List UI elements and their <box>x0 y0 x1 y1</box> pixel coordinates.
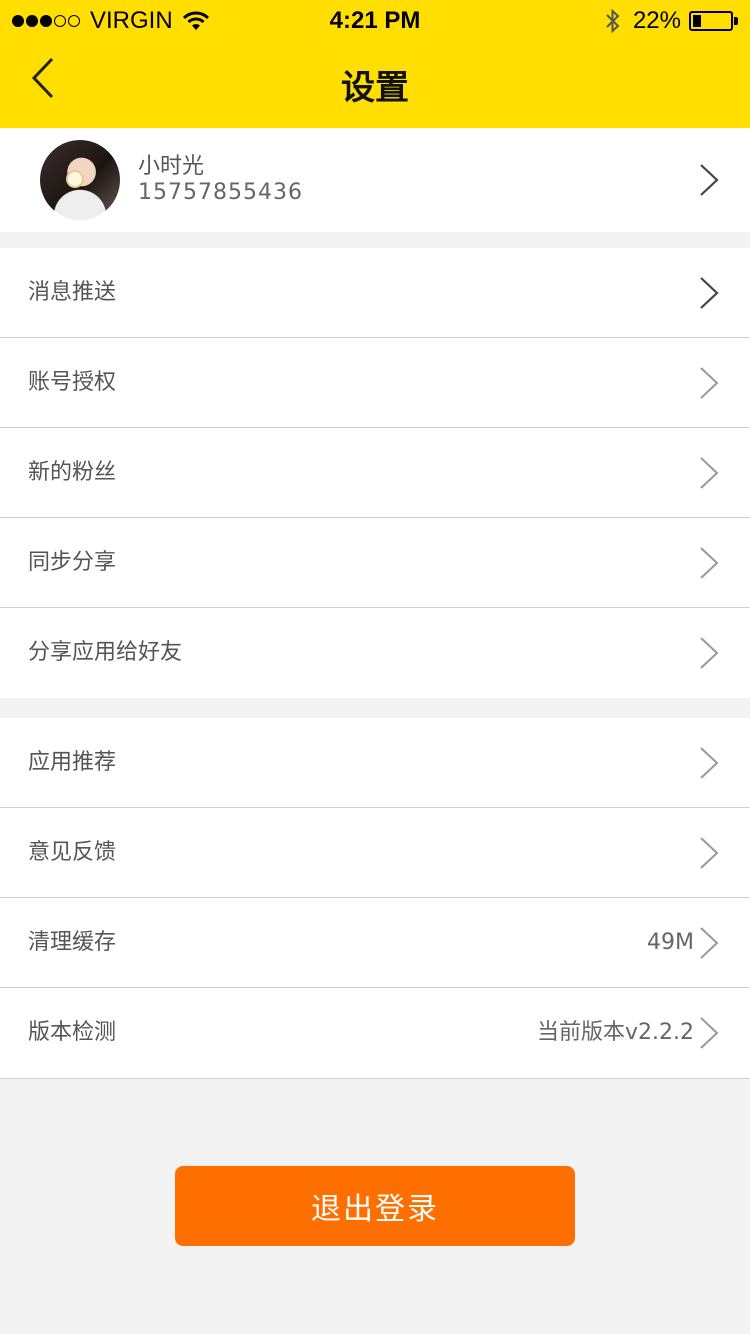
row-label: 账号授权 <box>28 370 117 395</box>
status-bar: VIRGIN 4:21 PM 22% <box>0 0 750 40</box>
row-label: 应用推荐 <box>28 750 117 775</box>
row-feedback[interactable]: 意见反馈 <box>0 808 750 898</box>
bluetooth-icon <box>606 8 620 34</box>
avatar[interactable] <box>40 140 120 220</box>
chevron-right-icon <box>700 367 719 399</box>
avatar-flower <box>66 170 84 188</box>
battery-fill <box>693 15 701 27</box>
chevron-right-icon <box>700 1017 719 1049</box>
profile-row[interactable]: 小时光 15757855436 <box>0 128 750 232</box>
row-label: 新的粉丝 <box>28 460 117 485</box>
header-bar: VIRGIN 4:21 PM 22% 设置 <box>0 0 750 128</box>
row-version-check[interactable]: 版本检测 当前版本v2.2.2 <box>0 988 750 1078</box>
row-label: 版本检测 <box>28 1020 117 1045</box>
chevron-right-icon <box>700 164 719 196</box>
settings-group-2: 应用推荐 意见反馈 清理缓存 49M 版本检测 当前版本v2.2.2 <box>0 718 750 1079</box>
chevron-right-icon <box>700 747 719 779</box>
chevron-right-icon <box>700 637 719 669</box>
page-title: 设置 <box>341 68 409 108</box>
battery-icon <box>689 11 733 31</box>
current-version: 当前版本v2.2.2 <box>537 1020 694 1045</box>
battery-percent: 22% <box>632 7 681 34</box>
logout-button[interactable]: 退出登录 <box>175 1166 575 1246</box>
profile-name: 小时光 <box>138 154 205 179</box>
row-new-fans[interactable]: 新的粉丝 <box>0 428 750 518</box>
row-label: 清理缓存 <box>28 930 117 955</box>
chevron-right-icon <box>700 457 719 489</box>
chevron-right-icon <box>700 927 719 959</box>
row-label: 同步分享 <box>28 550 117 575</box>
row-clear-cache[interactable]: 清理缓存 49M <box>0 898 750 988</box>
row-label: 分享应用给好友 <box>28 640 183 665</box>
chevron-right-icon <box>700 837 719 869</box>
row-account-auth[interactable]: 账号授权 <box>0 338 750 428</box>
chevron-right-icon <box>700 277 719 309</box>
cache-size: 49M <box>647 930 694 955</box>
battery-tip <box>734 17 738 25</box>
row-app-recommend[interactable]: 应用推荐 <box>0 718 750 808</box>
status-right: 22% <box>605 7 738 35</box>
row-label: 意见反馈 <box>28 840 117 865</box>
row-label: 消息推送 <box>28 280 117 305</box>
profile-phone: 15757855436 <box>138 180 303 205</box>
row-sync-share[interactable]: 同步分享 <box>0 518 750 608</box>
row-share-app[interactable]: 分享应用给好友 <box>0 608 750 698</box>
chevron-right-icon <box>700 547 719 579</box>
settings-group-1: 消息推送 账号授权 新的粉丝 同步分享 分享应用给好友 <box>0 248 750 698</box>
row-message-push[interactable]: 消息推送 <box>0 248 750 338</box>
